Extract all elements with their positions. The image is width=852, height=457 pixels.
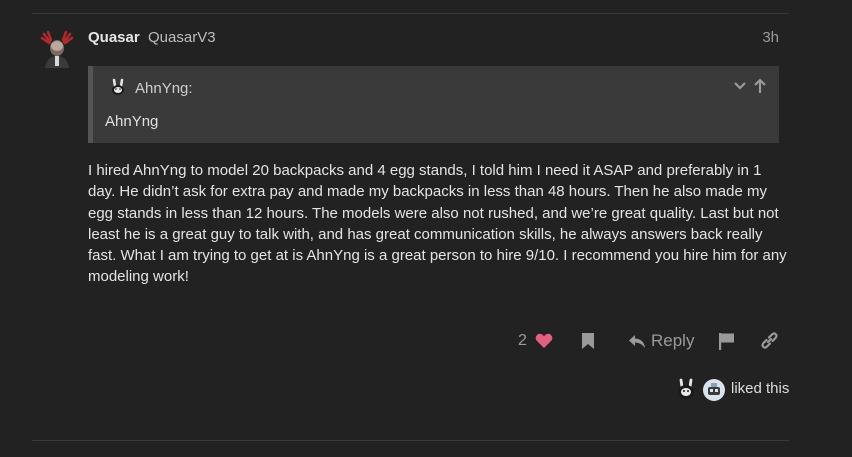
likes-summary[interactable]: liked this	[731, 380, 789, 397]
quote-author: AhnYng:	[135, 80, 193, 97]
heart-icon[interactable]	[535, 333, 553, 349]
author-username[interactable]: Quasar	[88, 29, 140, 46]
like-count[interactable]: 2	[518, 332, 527, 350]
bookmark-icon[interactable]	[581, 332, 595, 350]
reply-icon	[629, 334, 645, 348]
top-divider	[32, 13, 789, 14]
chevron-down-icon[interactable]	[733, 80, 747, 92]
reply-button[interactable]: Reply	[628, 331, 694, 351]
flag-icon[interactable]	[718, 332, 735, 350]
post-date[interactable]: 3h	[762, 29, 779, 46]
quote-block: AhnYng: AhnYng	[88, 66, 779, 143]
liker-avatar[interactable]	[702, 378, 726, 402]
quote-body: AhnYng	[105, 113, 159, 130]
author-avatar[interactable]	[38, 28, 76, 68]
bottom-divider	[32, 440, 789, 441]
quote-author-avatar[interactable]	[108, 78, 128, 98]
post-body: I hired AhnYng to model 20 backpacks and…	[88, 162, 787, 286]
reply-label: Reply	[651, 331, 695, 350]
liker-avatar[interactable]	[674, 378, 698, 402]
author-full-name[interactable]: QuasarV3	[148, 29, 216, 46]
link-icon[interactable]	[760, 331, 779, 350]
arrow-up-icon[interactable]	[753, 78, 767, 94]
